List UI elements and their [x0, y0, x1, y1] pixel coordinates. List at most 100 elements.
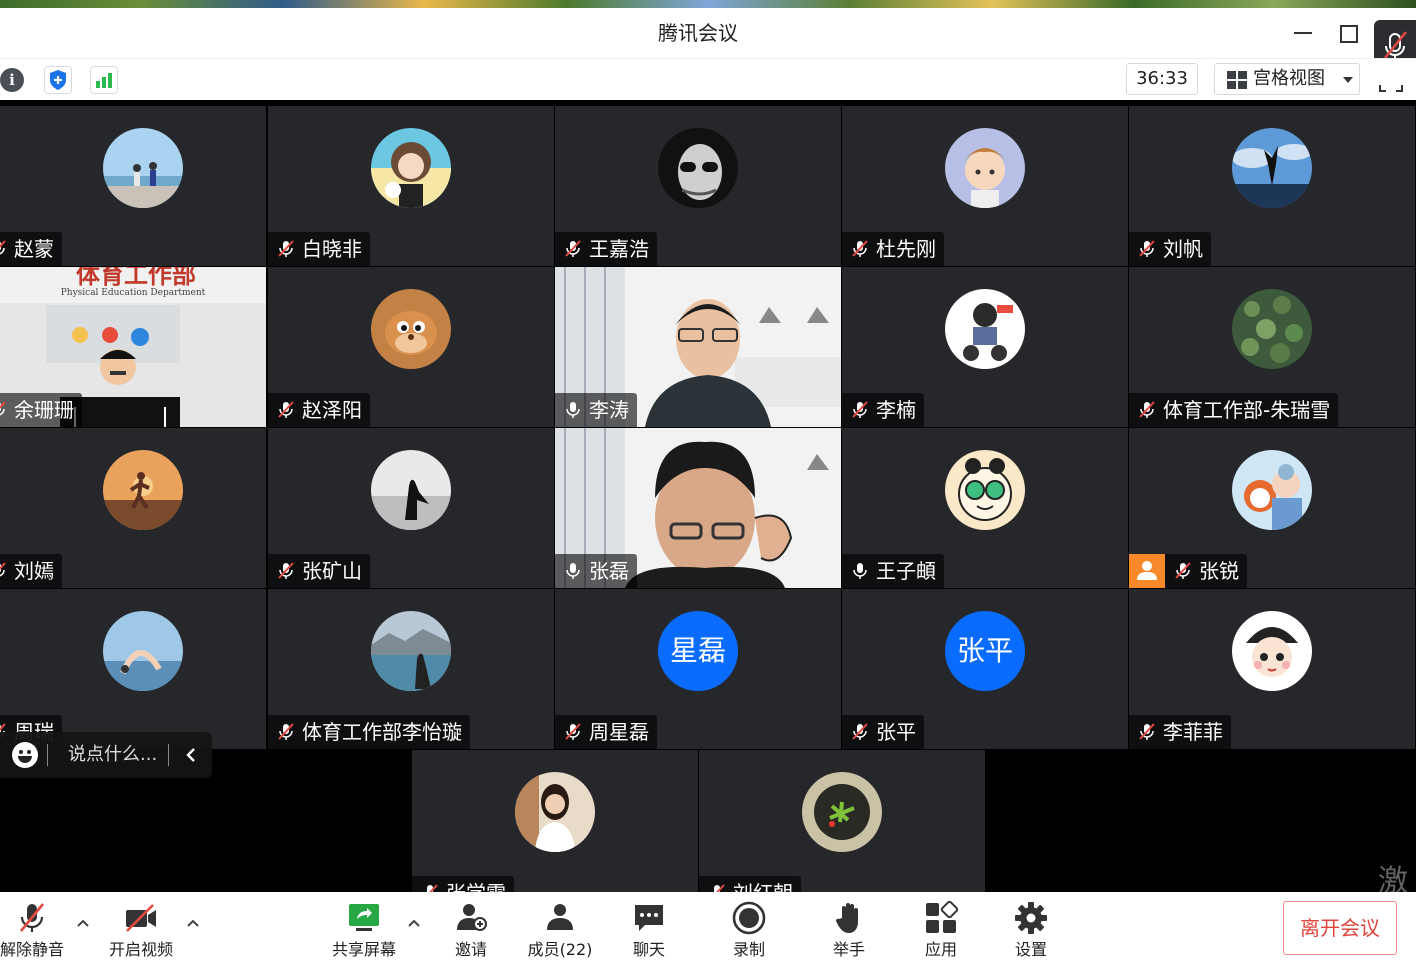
participant-tile[interactable]: 刘嫣 — [0, 428, 266, 588]
minimize-button[interactable] — [1290, 20, 1316, 46]
participant-name: 体育工作部-朱瑞雪 — [1163, 398, 1331, 422]
leave-meeting-button[interactable]: 离开会议 — [1283, 901, 1397, 955]
participant-tile[interactable]: 王子頔 — [842, 428, 1128, 588]
chevron-up-icon[interactable] — [186, 918, 200, 928]
avatar — [945, 289, 1025, 369]
chat-button[interactable]: 聊天 — [618, 892, 680, 964]
participant-name: 赵泽阳 — [302, 398, 362, 422]
avatar — [945, 128, 1025, 208]
avatar — [1232, 289, 1312, 369]
chevron-down-icon — [1343, 77, 1353, 83]
chevron-up-icon[interactable] — [407, 918, 421, 928]
avatar: 星磊 — [658, 611, 738, 691]
mic-muted-icon — [852, 401, 868, 418]
avatar — [1232, 450, 1312, 530]
avatar — [515, 772, 595, 852]
mic-muted-icon — [1139, 401, 1155, 418]
participant-name: 张锐 — [1199, 559, 1239, 583]
participant-tile[interactable]: 星磊 周星磊 — [555, 589, 841, 749]
quick-chat-bar[interactable]: 说点什么... — [0, 732, 212, 778]
avatar — [658, 128, 738, 208]
signal-bars-icon — [96, 73, 112, 88]
mic-muted-icon — [278, 562, 294, 579]
apps-button[interactable]: 应用 — [910, 892, 972, 964]
participant-tile[interactable]: 杜先刚 — [842, 106, 1128, 266]
view-mode-dropdown[interactable]: 宫格视图 — [1214, 63, 1360, 95]
emoji-icon[interactable] — [12, 742, 38, 768]
avatar-image — [371, 289, 451, 369]
settings-button[interactable]: 设置 — [1000, 892, 1062, 964]
participant-tile[interactable]: 体育工作部 Physical Education Department 余珊珊 — [0, 267, 266, 427]
participant-tile[interactable]: 体育工作部李怡璇 — [268, 589, 554, 749]
host-badge — [1129, 554, 1165, 588]
divider — [47, 744, 48, 766]
participant-name: 李楠 — [876, 398, 916, 422]
participant-tile[interactable]: 李涛 — [555, 267, 841, 427]
participant-nametag: 余珊珊 — [0, 393, 82, 427]
participant-tile[interactable]: 赵蒙 — [0, 106, 266, 266]
participant-name: 王嘉浩 — [589, 237, 649, 261]
title-bar: 腾讯会议 — [0, 8, 1416, 58]
participant-tile[interactable]: 体育工作部-朱瑞雪 — [1129, 267, 1415, 427]
participant-tile[interactable]: 白晓非 — [268, 106, 554, 266]
participant-tile[interactable]: 李菲菲 — [1129, 589, 1415, 749]
participant-nametag: 刘嫣 — [0, 554, 62, 588]
participant-tile[interactable]: 王嘉浩 — [555, 106, 841, 266]
meeting-info-button[interactable]: i — [0, 66, 26, 94]
raise-hand-button[interactable]: 举手 — [818, 892, 880, 964]
avatar-image — [103, 611, 183, 691]
desktop-background-strip — [0, 0, 1416, 8]
apps-label: 应用 — [924, 940, 957, 959]
participant-tile[interactable]: 张磊 — [555, 428, 841, 588]
raise-hand-label: 举手 — [832, 940, 865, 959]
share-screen-button[interactable]: 共享屏幕 — [326, 892, 402, 964]
participant-nametag: 王嘉浩 — [555, 232, 657, 266]
participant-tile[interactable]: 刘帆 — [1129, 106, 1415, 266]
participant-tile[interactable]: 张矿山 — [268, 428, 554, 588]
unmute-button[interactable]: 解除静音 — [0, 892, 70, 964]
network-signal-button[interactable] — [90, 66, 118, 94]
participant-name: 余珊珊 — [14, 398, 74, 422]
participant-name: 张矿山 — [302, 559, 362, 583]
participant-nametag: 李菲菲 — [1129, 715, 1231, 749]
participant-tile[interactable]: 张学雷 — [412, 750, 698, 910]
chevron-left-icon[interactable] — [184, 746, 198, 764]
bottom-toolbar: 解除静音 开启视频 共享屏幕 邀请 成员(22) 聊天 录制 举手 应用 设置 … — [0, 892, 1416, 964]
participant-name: 赵蒙 — [14, 237, 54, 261]
settings-label: 设置 — [1014, 940, 1047, 959]
avatar — [1232, 128, 1312, 208]
avatar — [802, 772, 882, 852]
participant-nametag: 张平 — [842, 715, 924, 749]
participant-tile[interactable]: 张锐 — [1129, 428, 1415, 588]
fullscreen-icon[interactable] — [1378, 79, 1404, 93]
participant-tile[interactable]: 张平 张平 — [842, 589, 1128, 749]
participant-tile[interactable]: 赵泽阳 — [268, 267, 554, 427]
start-video-button[interactable]: 开启视频 — [102, 892, 180, 964]
security-button[interactable] — [44, 66, 72, 94]
participant-nametag: 赵泽阳 — [268, 393, 370, 427]
chat-bubble-icon — [635, 905, 663, 931]
participant-nametag: 张矿山 — [268, 554, 370, 588]
mic-on-icon — [853, 563, 867, 579]
avatar-image — [515, 772, 595, 852]
participant-tile[interactable]: 周瑞 — [0, 589, 266, 749]
gear-icon — [1015, 902, 1047, 934]
participant-tile[interactable]: 刘红朝 — [699, 750, 985, 910]
mic-muted-icon — [19, 903, 45, 932]
participant-tile[interactable]: 李楠 — [842, 267, 1128, 427]
members-label: 成员(22) — [527, 940, 593, 959]
mic-muted-icon — [0, 562, 6, 577]
avatar-image — [1232, 450, 1312, 530]
participant-nametag: 王子頔 — [842, 554, 944, 588]
maximize-button[interactable] — [1334, 20, 1360, 46]
mic-on-icon — [566, 402, 580, 418]
invite-button[interactable]: 邀请 — [440, 892, 502, 964]
participant-nametag: 张磊 — [555, 554, 637, 588]
record-button[interactable]: 录制 — [718, 892, 780, 964]
hand-icon — [835, 903, 858, 933]
members-button[interactable]: 成员(22) — [522, 892, 598, 964]
chevron-up-icon[interactable] — [76, 918, 90, 928]
avatar — [945, 450, 1025, 530]
avatar — [103, 450, 183, 530]
chat-input-placeholder[interactable]: 说点什么... — [68, 732, 157, 778]
